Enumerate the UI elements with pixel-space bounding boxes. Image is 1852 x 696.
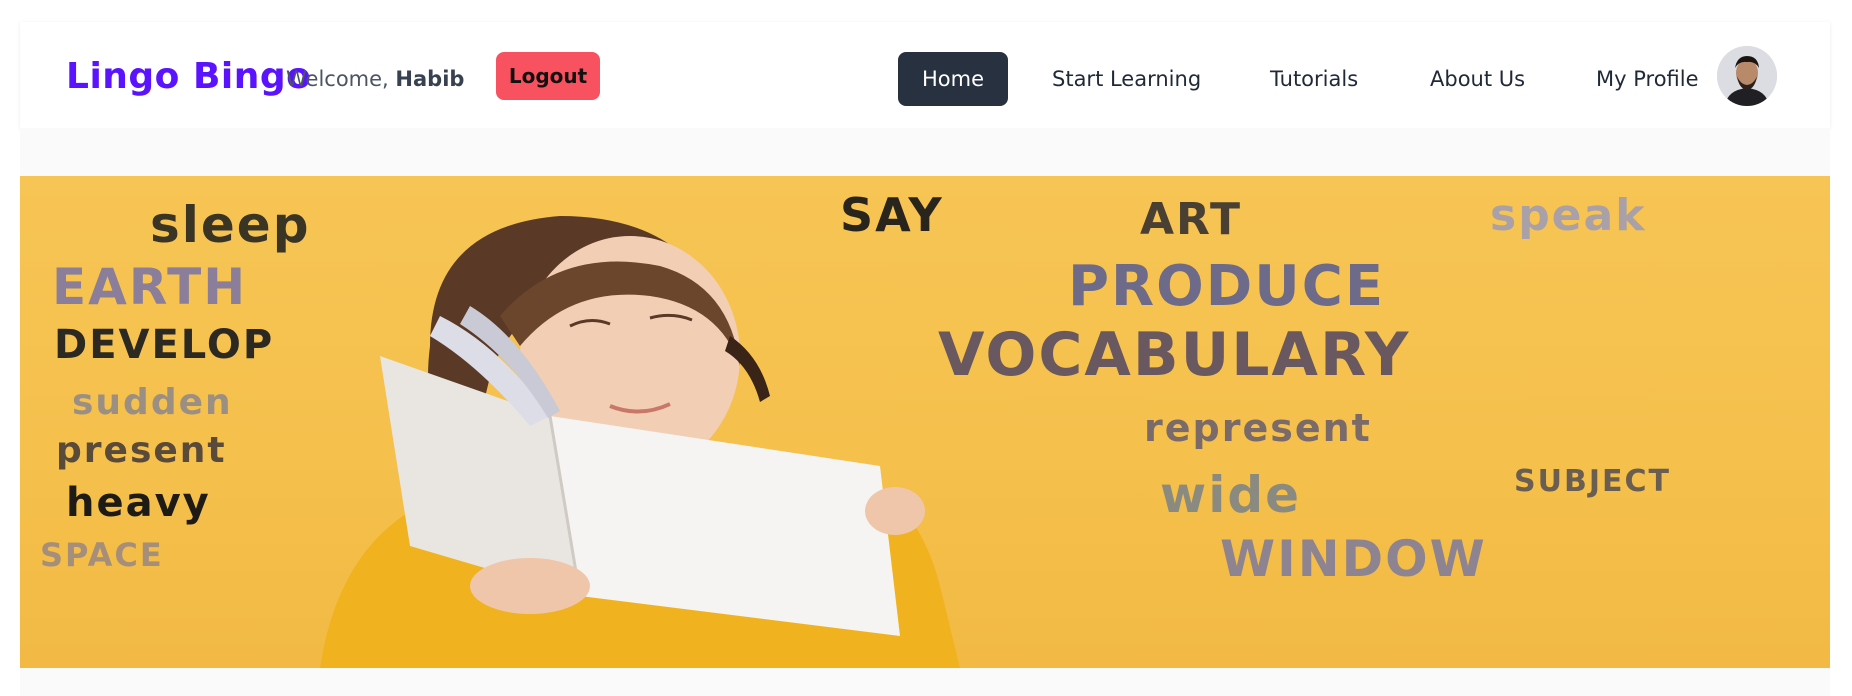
banner-word-develop: DEVELOP [54, 322, 275, 368]
welcome-username: Habib [395, 67, 465, 91]
banner-word-space: SPACE [40, 536, 164, 574]
logout-button[interactable]: Logout [496, 52, 600, 100]
avatar[interactable] [1717, 46, 1777, 106]
nav-start-learning[interactable]: Start Learning [1052, 52, 1201, 106]
banner-word-heavy: heavy [66, 480, 211, 526]
banner-word-sleep: sleep [150, 196, 311, 254]
banner-word-wide: wide [1160, 466, 1302, 524]
banner-word-sudden: sudden [72, 382, 233, 423]
brand-logo[interactable]: Lingo Bingo [66, 56, 311, 97]
banner-word-speak: speak [1490, 190, 1647, 241]
navbar: Lingo Bingo Welcome, Habib Logout Home S… [20, 22, 1830, 128]
banner-word-window: WINDOW [1220, 530, 1487, 588]
banner-word-subject: SUBJECT [1514, 464, 1671, 499]
user-avatar-icon [1717, 46, 1777, 106]
girl-reading-illustration [320, 216, 960, 668]
welcome-message: Welcome, Habib [286, 67, 464, 91]
nav-tutorials[interactable]: Tutorials [1270, 52, 1358, 106]
welcome-prefix: Welcome, [286, 67, 396, 91]
nav-my-profile[interactable]: My Profile [1596, 52, 1699, 106]
hero-banner: sleep EARTH DEVELOP sudden present heavy… [20, 176, 1830, 668]
nav-home[interactable]: Home [898, 52, 1009, 106]
banner-word-earth: EARTH [52, 258, 248, 316]
banner-word-art: ART [1140, 194, 1242, 245]
banner-word-represent: represent [1144, 406, 1372, 450]
nav-about-us[interactable]: About Us [1430, 52, 1525, 106]
banner-word-present: present [56, 430, 227, 471]
